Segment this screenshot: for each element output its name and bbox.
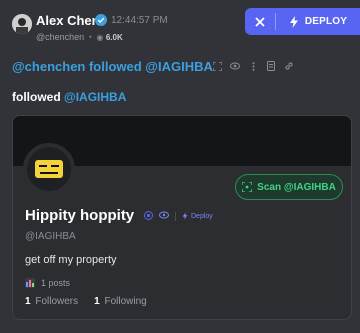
- scan-label: Scan @IAGIHBA: [257, 181, 336, 193]
- message-prefix: followed: [12, 90, 61, 104]
- activity-text[interactable]: @chenchen followed @IAGIHBA: [12, 59, 213, 74]
- scan-icon: [242, 182, 253, 192]
- user-name[interactable]: Alex Chen: [36, 13, 100, 28]
- message-text: followed @IAGIHBA: [12, 90, 126, 104]
- record-icon[interactable]: [144, 210, 153, 222]
- profile-name[interactable]: Hippity hoppity: [25, 207, 134, 224]
- eye-icon[interactable]: [159, 211, 169, 221]
- chart-icon: [25, 278, 35, 288]
- action-group: DEPLOY: [245, 8, 360, 35]
- profile-posts: 1 posts: [25, 278, 70, 288]
- user-handle-row: @chenchen • ◉ 6.0K: [36, 32, 123, 42]
- scan-icon[interactable]: [212, 61, 222, 71]
- profile-actions: Deploy: [144, 210, 213, 222]
- profile-deploy-button[interactable]: Deploy: [182, 212, 213, 220]
- user-handle: @chenchen: [36, 32, 85, 42]
- deploy-button[interactable]: DEPLOY: [276, 8, 360, 35]
- deploy-label: DEPLOY: [304, 16, 348, 27]
- document-icon[interactable]: [266, 61, 276, 71]
- profile-deploy-label: Deploy: [191, 212, 213, 220]
- post-header: Alex Chen 12:44:57 PM @chenchen • ◉ 6.0K…: [0, 0, 360, 50]
- bolt-icon: [182, 212, 188, 220]
- more-icon[interactable]: [248, 61, 258, 71]
- followers-number: 1: [25, 296, 31, 307]
- profile-card[interactable]: Scan @IAGIHBA Hippity hoppity Deploy @IA…: [12, 115, 352, 320]
- following-stat[interactable]: 1 Following: [94, 296, 147, 307]
- profile-avatar[interactable]: [23, 143, 75, 195]
- message-mention[interactable]: @IAGIHBA: [64, 90, 126, 104]
- user-avatar[interactable]: [12, 14, 32, 34]
- close-icon[interactable]: [245, 8, 275, 35]
- bolt-icon: [289, 15, 298, 28]
- following-number: 1: [94, 296, 100, 307]
- eye-icon[interactable]: [230, 62, 240, 70]
- profile-handle: @IAGIHBA: [25, 231, 76, 242]
- followers-label: Followers: [35, 296, 79, 307]
- profile-bio: get off my property: [25, 254, 117, 266]
- following-label: Following: [104, 296, 147, 307]
- followers-stat[interactable]: 1 Followers: [25, 296, 78, 307]
- activity-toolbar: [212, 59, 294, 73]
- verified-icon: [95, 14, 107, 26]
- link-icon[interactable]: [284, 61, 294, 71]
- timestamp: 12:44:57 PM: [111, 15, 168, 26]
- followers-icon: ◉: [96, 33, 104, 42]
- profile-follow-stats: 1 Followers 1 Following: [25, 296, 147, 307]
- followers-count: 6.0K: [105, 33, 123, 42]
- scan-button[interactable]: Scan @IAGIHBA: [235, 174, 343, 200]
- posts-count: 1 posts: [41, 278, 71, 288]
